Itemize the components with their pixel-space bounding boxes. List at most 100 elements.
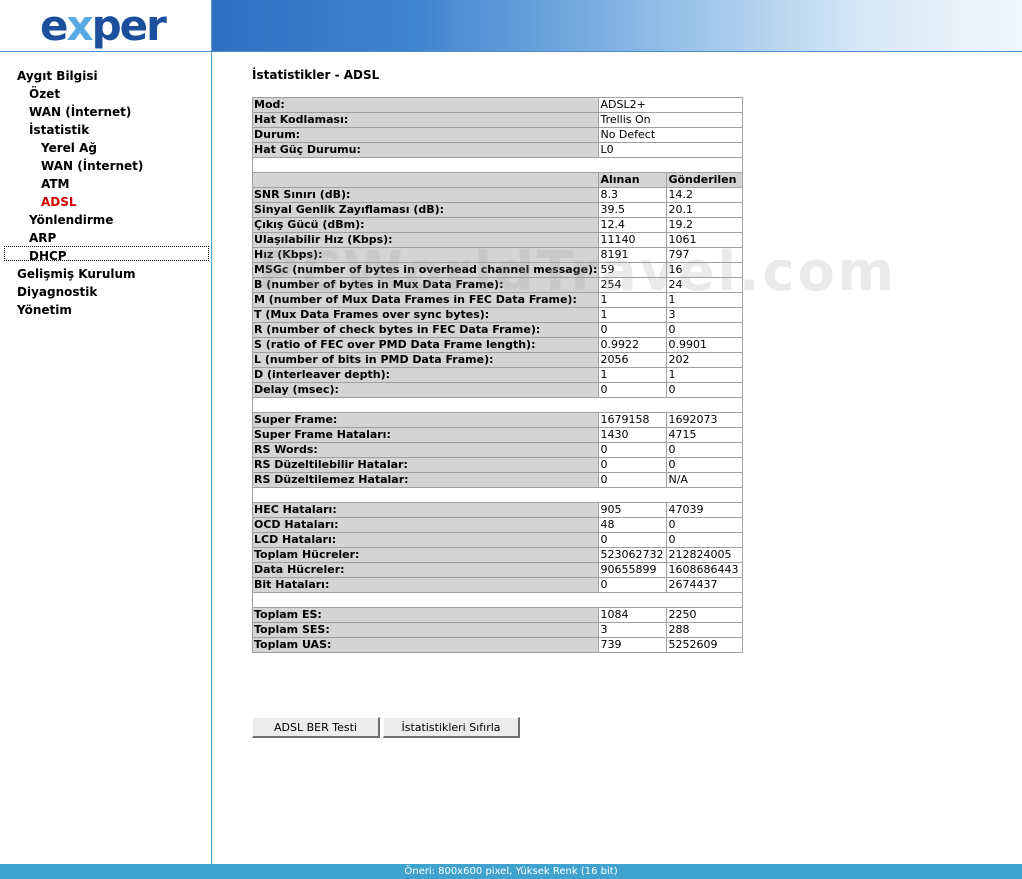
row-label: B (number of bytes in Mux Data Frame): [251,277,600,293]
table-row: L (number of bits in PMD Data Frame): 205… [251,352,744,368]
sent-value: 47039 [666,502,744,518]
group-line-params: SNR Sınırı (dB): 8.3 14.2 Sinyal Genlik Zay… [251,187,744,398]
spacer-row [251,487,744,503]
received-value: 739 [598,637,668,653]
received-value: 0 [598,532,668,548]
sidebar-item-dhcp[interactable]: DHCP [29,249,67,263]
sidebar-item-lan-stats[interactable]: Yerel Ağ [41,141,97,155]
row-label: SNR Sınırı (dB): [251,187,600,203]
row-value: Trellis On [598,112,744,128]
row-label: Toplam Hücreler: [251,547,600,563]
row-label: Toplam SES: [251,622,600,638]
sent-value: 1 [666,292,744,308]
sent-value: 4715 [666,427,744,443]
col-received: Alınan [598,172,668,188]
table-row: Durum: No Defect [251,127,744,143]
received-value: 523062732 [598,547,668,563]
sidebar-item-arp[interactable]: ARP [29,231,56,245]
exper-logo[interactable]: exper [40,1,167,50]
group-totals: Toplam ES: 1084 2250 Toplam SES: 3 288 Toplam … [251,607,744,653]
sent-value: 19.2 [666,217,744,233]
row-label: Super Frame Hataları: [251,427,600,443]
sent-value: 0 [666,322,744,338]
sidebar-item-wan-info[interactable]: WAN (İnternet) [29,105,131,119]
footer: Öneri: 800x600 pixel, Yüksek Renk (16 bi… [0,864,1022,879]
received-value: 8.3 [598,187,668,203]
logo-rest: per [91,1,167,50]
sidebar-item-adsl-stats[interactable]: ADSL [41,195,77,209]
sent-value: 3 [666,307,744,323]
row-label: Çıkış Gücü (dBm): [251,217,600,233]
row-label: Ulaşılabilir Hız (Kbps): [251,232,600,248]
sent-value: N/A [666,472,744,488]
table-row: B (number of bytes in Mux Data Frame): 25… [251,277,744,293]
received-value: 905 [598,502,668,518]
row-label: RS Düzeltilemez Hatalar: [251,472,600,488]
column-header-row: Alınan Gönderilen [251,172,744,188]
sidebar-item-routing[interactable]: Yönlendirme [29,213,113,227]
row-label: S (ratio of FEC over PMD Data Frame leng… [251,337,600,353]
sent-value: 0.9901 [666,337,744,353]
received-value: 59 [598,262,668,278]
table-row: Super Frame Hataları: 1430 4715 [251,427,744,443]
sidebar-item-diagnostics[interactable]: Diyagnostik [17,285,97,299]
received-value: 39.5 [598,202,668,218]
sent-value: 0 [666,517,744,533]
adsl-stats-table: Mod: ADSL2+ Hat Kodlaması: Trellis On Duru… [251,97,744,653]
table-row: Ulaşılabilir Hız (Kbps): 11140 1061 [251,232,744,248]
row-label: Super Frame: [251,412,600,428]
received-value: 11140 [598,232,668,248]
row-label: Toplam UAS: [251,637,600,653]
row-label: Toplam ES: [251,607,600,623]
table-row: S (ratio of FEC over PMD Data Frame leng… [251,337,744,353]
row-value: L0 [598,142,744,158]
sent-value: 14.2 [666,187,744,203]
table-row: Sinyal Genlik Zayıflaması (dB): 39.5 20.1 [251,202,744,218]
table-row: MSGc (number of bytes in overhead channe… [251,262,744,278]
received-value: 0.9922 [598,337,668,353]
table-row: Hat Güç Durumu: L0 [251,142,744,158]
row-label: R (number of check bytes in FEC Data Fra… [251,322,600,338]
row-label: OCD Hataları: [251,517,600,533]
sidebar-item-advanced-setup[interactable]: Gelişmiş Kurulum [17,267,136,281]
received-value: 0 [598,472,668,488]
received-value: 254 [598,277,668,293]
table-row: Hız (Kbps): 8191 797 [251,247,744,263]
group-error-stats: HEC Hataları: 905 47039 OCD Hataları: 48 0 LCD… [251,502,744,593]
table-row: Delay (msec): 0 0 [251,382,744,398]
table-row: T (Mux Data Frames over sync bytes): 1 3 [251,307,744,323]
page-title: İstatistikler - ADSL [252,68,380,82]
sent-value: 1608686443 [666,562,744,578]
table-row: Mod: ADSL2+ [251,97,744,113]
table-row: Bit Hataları: 0 2674437 [251,577,744,593]
table-row: Toplam Hücreler: 523062732 212824005 [251,547,744,563]
received-value: 3 [598,622,668,638]
row-label: D (interleaver depth): [251,367,600,383]
sidebar-item-summary[interactable]: Özet [29,87,60,101]
reset-statistics-button[interactable]: İstatistikleri Sıfırla [383,717,520,738]
sidebar-item-device-info[interactable]: Aygıt Bilgisi [17,69,98,83]
spacer-row [251,592,744,608]
sidebar-item-statistics[interactable]: İstatistik [29,123,89,137]
sidebar-item-management[interactable]: Yönetim [17,303,72,317]
sent-value: 5252609 [666,637,744,653]
sent-value: 202 [666,352,744,368]
col-sent: Gönderilen [666,172,744,188]
sidebar-item-wan-stats[interactable]: WAN (İnternet) [41,159,143,173]
sent-value: 24 [666,277,744,293]
table-row: RS Düzeltilebilir Hatalar: 0 0 [251,457,744,473]
logo-box: exper [0,0,212,51]
row-label: LCD Hataları: [251,532,600,548]
row-label: HEC Hataları: [251,502,600,518]
table-row: M (number of Mux Data Frames in FEC Data… [251,292,744,308]
table-row: HEC Hataları: 905 47039 [251,502,744,518]
logo-x: x [66,1,94,50]
adsl-ber-test-button[interactable]: ADSL BER Testi [252,717,380,738]
received-value: 1430 [598,427,668,443]
received-value: 0 [598,442,668,458]
row-value: ADSL2+ [598,97,744,113]
sidebar-item-atm-stats[interactable]: ATM [41,177,69,191]
table-row: RS Düzeltilemez Hatalar: 0 N/A [251,472,744,488]
received-value: 0 [598,457,668,473]
row-label: Hat Kodlaması: [251,112,600,128]
